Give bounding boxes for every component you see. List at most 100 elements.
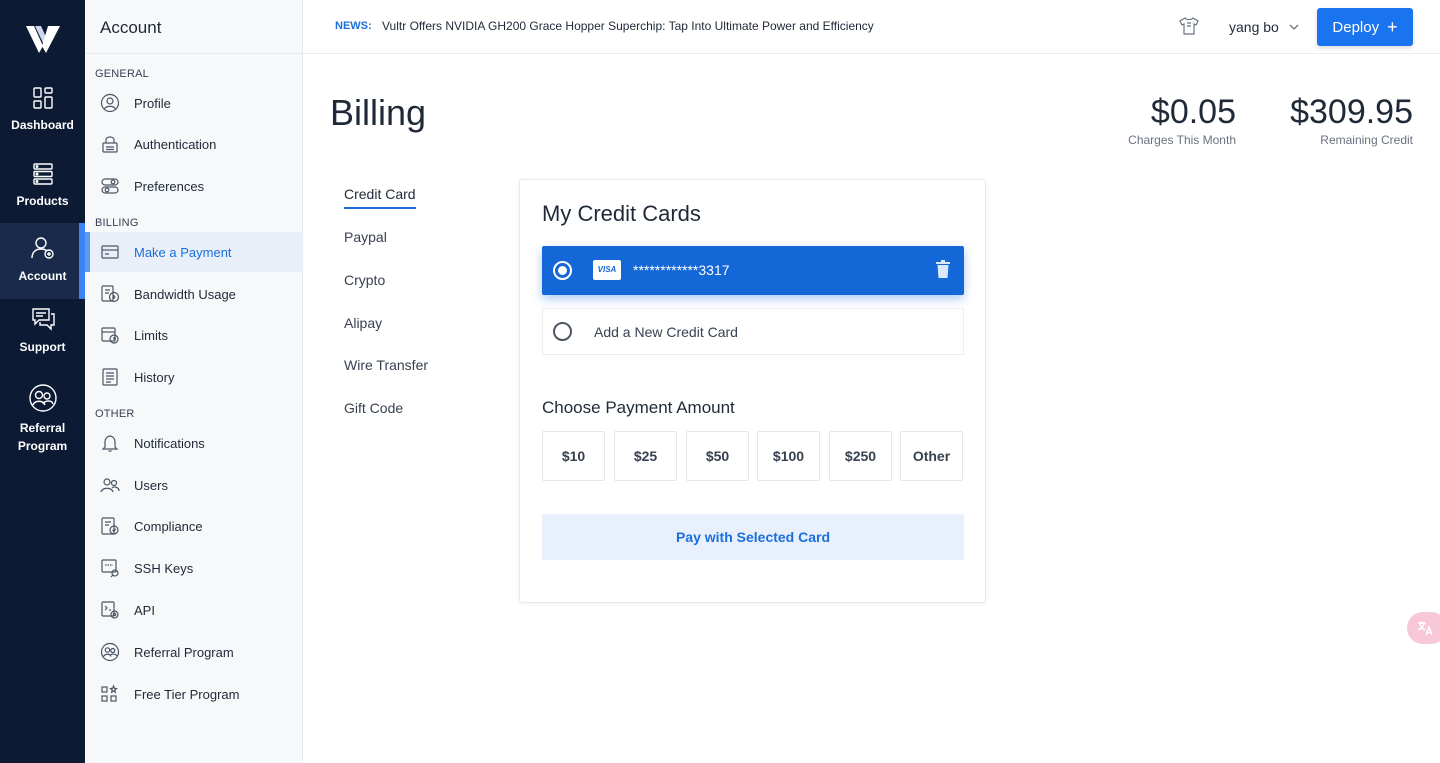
rail-item-support[interactable]: Support — [0, 306, 85, 366]
sidebar-item-label: History — [134, 369, 175, 385]
amount-button[interactable]: $10 — [542, 431, 605, 481]
sidebar-item-label: Free Tier Program — [134, 686, 240, 702]
tab-credit-card[interactable]: Credit Card — [344, 186, 416, 209]
api-icon — [101, 601, 119, 619]
support-icon — [31, 308, 55, 331]
rail-label: Dashboard — [11, 118, 74, 132]
credit-label: Remaining Credit — [1320, 133, 1413, 147]
charges-label: Charges This Month — [1128, 133, 1236, 147]
sidebar-item-label: API — [134, 602, 155, 618]
credit-card-icon — [101, 245, 119, 259]
add-new-card-option[interactable]: Add a New Credit Card — [542, 308, 964, 355]
ssh-key-icon — [101, 559, 119, 578]
amount-button[interactable]: $50 — [686, 431, 749, 481]
saved-card-option[interactable]: VISA ************3317 — [542, 246, 964, 295]
tab-paypal[interactable]: Paypal — [344, 229, 387, 245]
visa-icon: VISA — [593, 260, 621, 280]
deploy-button[interactable]: Deploy + — [1317, 8, 1413, 46]
tab-gift-code[interactable]: Gift Code — [344, 400, 403, 416]
rail-item-products[interactable]: Products — [0, 162, 85, 222]
amount-button-other[interactable]: Other — [900, 431, 963, 481]
credit-value: $309.95 — [1290, 93, 1413, 131]
account-sidebar: Account GENERAL Profile Authentication P… — [85, 0, 303, 763]
referral-icon — [28, 384, 57, 412]
sidebar-item-history[interactable]: History — [85, 357, 303, 397]
user-name: yang bo — [1229, 19, 1279, 35]
sidebar-item-label: Compliance — [134, 518, 203, 534]
section-general: GENERAL — [95, 68, 149, 80]
sidebar-item-label: Referral Program — [134, 644, 234, 660]
page-title: Billing — [330, 92, 427, 133]
card-radio-selected[interactable] — [553, 261, 572, 280]
tab-alipay[interactable]: Alipay — [344, 315, 382, 331]
chevron-down-icon — [1289, 24, 1299, 30]
bell-icon — [101, 435, 119, 452]
payment-amount-heading: Choose Payment Amount — [542, 398, 735, 417]
dashboard-icon — [32, 87, 53, 109]
translate-widget[interactable] — [1407, 612, 1440, 644]
sidebar-item-label: Notifications — [134, 435, 205, 451]
rail-label: Products — [16, 194, 69, 208]
sidebar-item-referral-program[interactable]: Referral Program — [85, 632, 303, 672]
sidebar-item-free-tier-program[interactable]: Free Tier Program — [85, 674, 303, 714]
rail-label: Account — [18, 269, 67, 283]
rail-item-dashboard[interactable]: Dashboard — [0, 86, 85, 146]
sidebar-item-label: Bandwidth Usage — [134, 286, 236, 302]
history-icon — [102, 368, 118, 386]
sidebar-title: Account — [85, 0, 302, 54]
card-radio-unselected[interactable] — [553, 322, 572, 341]
tab-wire-transfer[interactable]: Wire Transfer — [344, 357, 428, 373]
sidebar-item-label: Make a Payment — [134, 244, 232, 260]
amount-button[interactable]: $25 — [614, 431, 677, 481]
sidebar-item-api[interactable]: API — [85, 590, 303, 630]
sidebar-item-label: Limits — [134, 327, 168, 343]
trash-icon[interactable] — [936, 260, 950, 278]
account-icon — [30, 237, 54, 259]
profile-icon — [100, 93, 120, 113]
users-icon — [100, 478, 120, 493]
rail-label: Support — [19, 340, 66, 354]
news-tag: NEWS: — [335, 20, 372, 32]
vultr-logo-icon[interactable] — [26, 24, 60, 54]
limits-icon — [101, 327, 119, 344]
sidebar-item-ssh-keys[interactable]: SSH Keys — [85, 548, 303, 588]
credit-card-panel: My Credit Cards VISA ************3317 Ad… — [519, 179, 986, 603]
sidebar-item-notifications[interactable]: Notifications — [85, 423, 303, 463]
card-number: ************3317 — [633, 262, 730, 278]
translate-icon — [1417, 621, 1433, 636]
compliance-icon — [101, 517, 119, 535]
panel-title: My Credit Cards — [542, 201, 701, 226]
news-headline-link[interactable]: Vultr Offers NVIDIA GH200 Grace Hopper S… — [382, 19, 874, 33]
user-menu[interactable]: yang bo — [1229, 19, 1299, 35]
main-nav-rail: Dashboard Products Account Support Refer… — [0, 0, 85, 763]
sidebar-item-label: Authentication — [134, 136, 217, 152]
sidebar-item-profile[interactable]: Profile — [85, 83, 303, 123]
add-new-card-label: Add a New Credit Card — [594, 324, 738, 340]
tab-crypto[interactable]: Crypto — [344, 272, 385, 288]
sidebar-item-limits[interactable]: Limits — [85, 315, 303, 355]
tshirt-icon[interactable] — [1179, 17, 1199, 35]
sidebar-item-preferences[interactable]: Preferences — [85, 166, 303, 206]
sidebar-item-label: SSH Keys — [134, 560, 194, 576]
section-other: OTHER — [95, 408, 135, 420]
amount-button[interactable]: $250 — [829, 431, 892, 481]
rail-item-referral[interactable]: Referral Program — [0, 383, 85, 453]
sidebar-item-label: Preferences — [134, 178, 205, 194]
rail-item-account[interactable]: Account — [0, 223, 85, 299]
plus-icon: + — [1387, 16, 1398, 37]
rail-label: Referral Program — [17, 421, 68, 453]
sidebar-item-label: Users — [134, 477, 168, 493]
section-billing: BILLING — [95, 217, 139, 229]
amount-button[interactable]: $100 — [757, 431, 820, 481]
toggle-icon — [101, 178, 119, 194]
pay-with-selected-card-button[interactable]: Pay with Selected Card — [542, 514, 964, 560]
sidebar-item-users[interactable]: Users — [85, 465, 303, 505]
sidebar-item-make-a-payment[interactable]: Make a Payment — [85, 232, 303, 272]
free-tier-icon — [101, 684, 118, 702]
sidebar-item-compliance[interactable]: Compliance — [85, 506, 303, 546]
charges-value: $0.05 — [1150, 93, 1236, 131]
deploy-label: Deploy — [1332, 18, 1380, 36]
sidebar-item-authentication[interactable]: Authentication — [85, 124, 303, 164]
charges-this-month: $0.05 Charges This Month — [1100, 93, 1236, 147]
sidebar-item-bandwidth-usage[interactable]: Bandwidth Usage — [85, 274, 303, 314]
